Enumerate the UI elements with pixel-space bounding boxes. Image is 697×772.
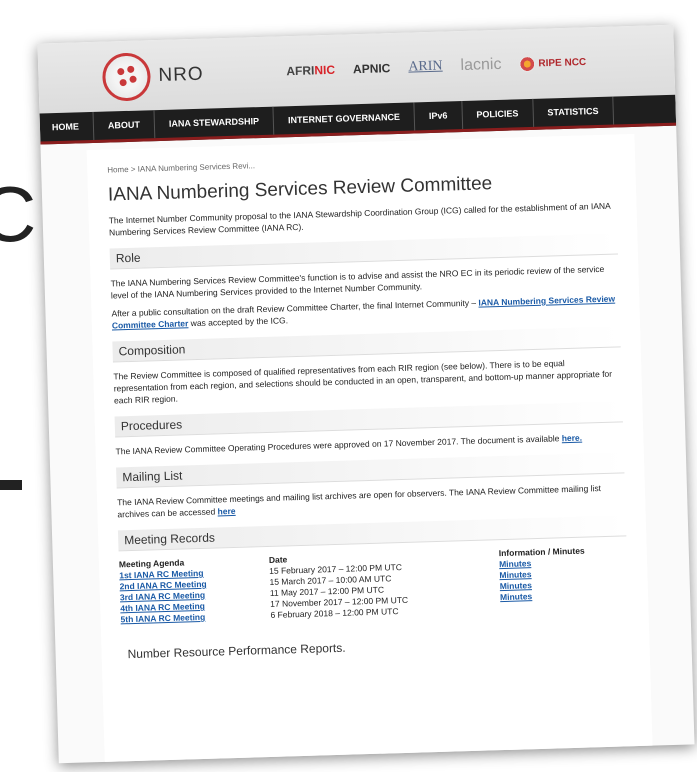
rir-logos: AFRINIC APNIC ARIN lacnic RIPE NCC bbox=[286, 53, 586, 80]
agenda-column: Meeting Agenda 1st IANA RC Meeting 2nd I… bbox=[119, 555, 271, 625]
webpage-printout: NRO AFRINIC APNIC ARIN lacnic RIPE NCC H… bbox=[37, 24, 695, 764]
intro-text: The Internet Number Community proposal t… bbox=[108, 200, 611, 238]
main-content: Home > IANA Numbering Services Revi... I… bbox=[86, 133, 653, 764]
minutes-column: Information / Minutes Minutes Minutes Mi… bbox=[499, 544, 631, 614]
mailing-list-text: The IANA Review Committee meetings and m… bbox=[116, 483, 602, 520]
afrinic-logo[interactable]: AFRINIC bbox=[286, 63, 335, 78]
lacnic-logo[interactable]: lacnic bbox=[460, 56, 501, 75]
meeting-records-table: Meeting Agenda 1st IANA RC Meeting 2nd I… bbox=[119, 544, 629, 625]
nro-globe-icon bbox=[101, 52, 152, 102]
mailing-here-link[interactable]: here bbox=[217, 506, 235, 517]
nro-logo-text: NRO bbox=[158, 63, 204, 87]
nav-statistics[interactable]: STATISTICS bbox=[533, 96, 615, 127]
composition-text: The Review Committee is composed of qual… bbox=[113, 358, 613, 406]
performance-reports-heading: Number Resource Performance Reports. bbox=[127, 640, 346, 662]
ripe-ncc-logo[interactable]: RIPE NCC bbox=[519, 54, 586, 73]
date-column: Date 15 February 2017 – 12:00 PM UTC 15 … bbox=[269, 548, 501, 621]
nro-logo[interactable]: NRO bbox=[101, 51, 205, 102]
nav-ipv6[interactable]: IPv6 bbox=[414, 101, 463, 131]
procedures-here-link[interactable]: here. bbox=[562, 433, 583, 444]
ripe-globe-icon bbox=[519, 55, 536, 73]
nav-policies[interactable]: POLICIES bbox=[462, 98, 534, 130]
nav-about[interactable]: ABOUT bbox=[93, 110, 156, 140]
slide-letter-c: C bbox=[0, 170, 37, 258]
nav-internet-governance[interactable]: INTERNET GOVERNANCE bbox=[273, 102, 416, 135]
arin-logo[interactable]: ARIN bbox=[408, 59, 443, 76]
apnic-logo[interactable]: APNIC bbox=[353, 61, 391, 76]
nav-iana-stewardship[interactable]: IANA STEWARDSHIP bbox=[154, 106, 275, 139]
slide-dash bbox=[0, 480, 22, 490]
nav-home[interactable]: HOME bbox=[39, 111, 95, 142]
